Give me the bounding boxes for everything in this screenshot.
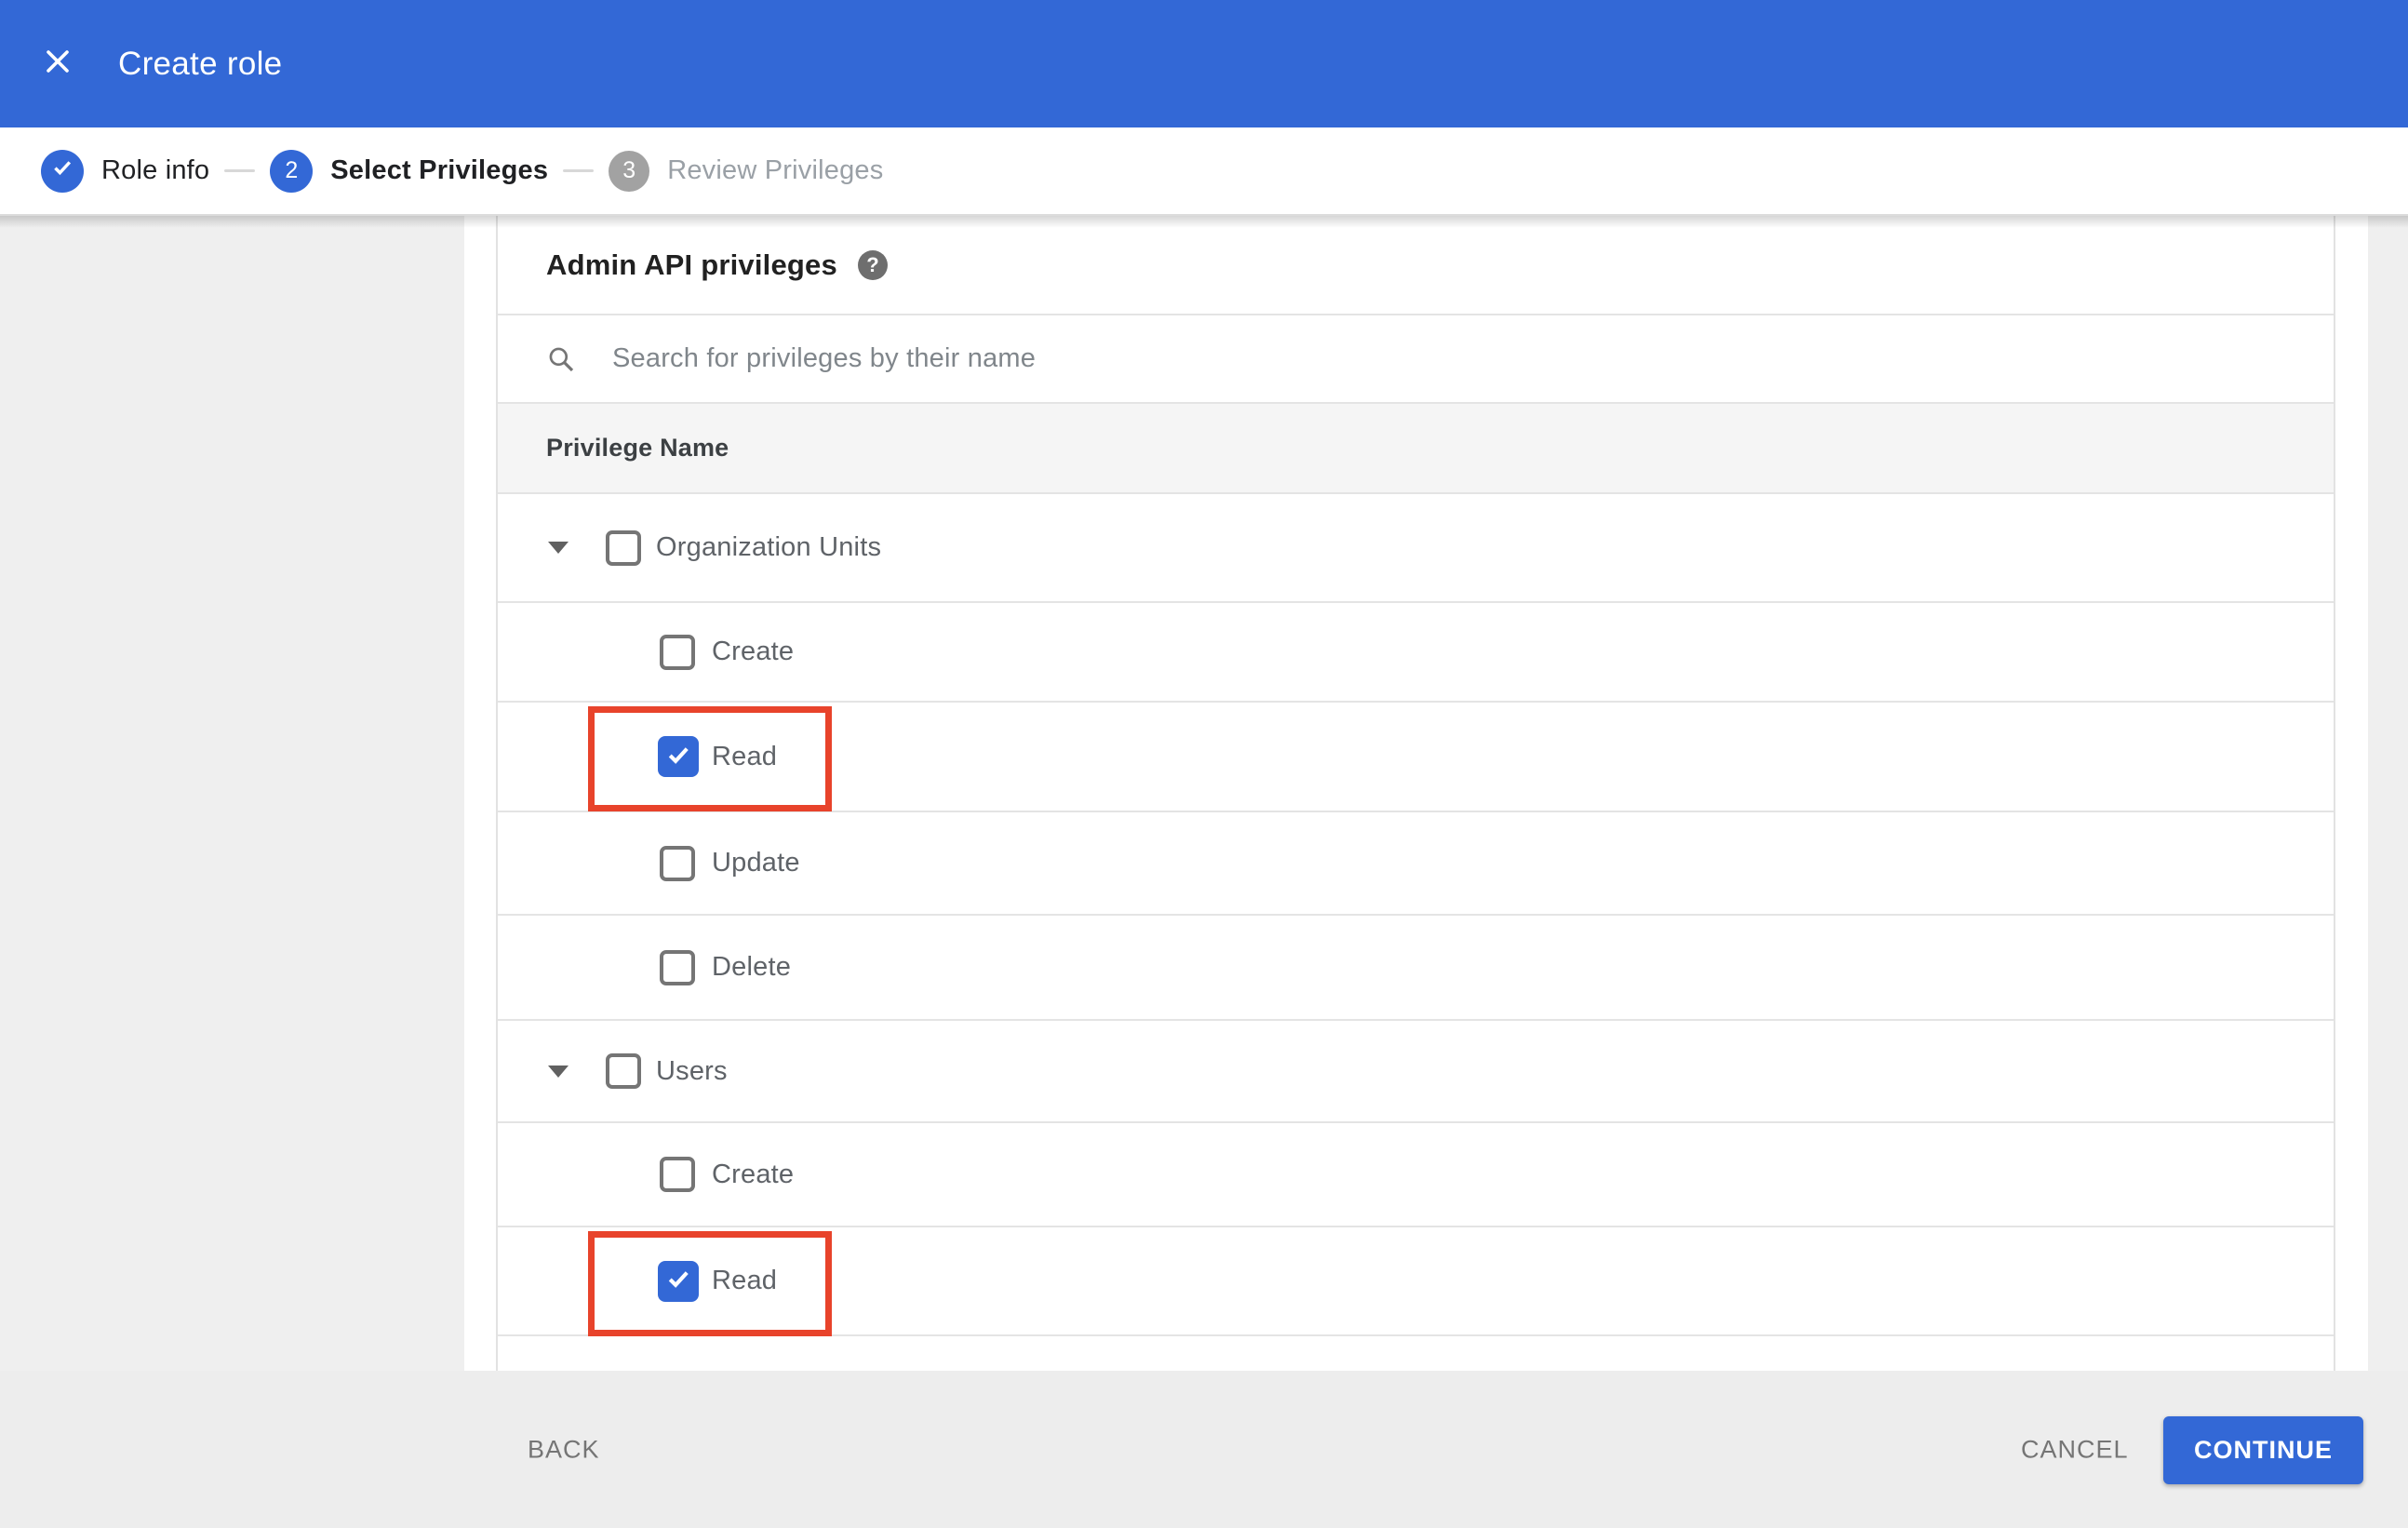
step-number-circle: 3 — [609, 150, 650, 192]
step-number-circle: 2 — [270, 149, 314, 193]
privileges-panel: Admin API privileges ? Privilege Name — [464, 216, 2368, 1371]
privilege-row-create: Create — [498, 601, 2334, 701]
step-select-privileges[interactable]: 2 Select Privileges — [270, 149, 549, 193]
step-label: Role info — [101, 155, 210, 185]
checkbox-read-checked[interactable] — [658, 736, 699, 777]
check-icon — [664, 1265, 692, 1297]
step-role-info[interactable]: Role info — [41, 149, 210, 193]
footer-bar: BACK CANCEL CONTINUE — [0, 1371, 2408, 1528]
step-complete-circle — [41, 149, 84, 193]
close-icon — [41, 45, 74, 83]
privilege-row-create-users: Create — [498, 1121, 2334, 1226]
annotation-highlight-box — [588, 706, 832, 811]
checkbox-create[interactable] — [660, 634, 695, 670]
create-role-dialog: Create role Role info 2 Select Privilege… — [0, 0, 2408, 1528]
cancel-button[interactable]: CANCEL — [2015, 1434, 2134, 1465]
privilege-row-users: Users — [498, 1019, 2334, 1121]
section-heading-row: Admin API privileges ? — [498, 216, 2334, 314]
stepper: Role info 2 Select Privileges 3 Review P… — [0, 127, 2408, 216]
checkbox-create-users[interactable] — [660, 1157, 695, 1192]
checkbox-users[interactable] — [606, 1053, 641, 1089]
search-row — [498, 314, 2334, 402]
check-icon — [664, 741, 692, 773]
privilege-label: Users — [656, 1055, 728, 1086]
collapse-arrow-icon[interactable] — [548, 542, 569, 554]
continue-button[interactable]: CONTINUE — [2163, 1416, 2363, 1484]
step-label: Review Privileges — [667, 155, 884, 185]
checkbox-read-users-checked[interactable] — [658, 1260, 699, 1302]
close-button[interactable] — [41, 47, 74, 81]
check-icon — [50, 155, 74, 186]
privilege-label: Organization Units — [656, 532, 882, 562]
help-icon[interactable]: ? — [857, 249, 888, 280]
privilege-row-read-users: Read — [498, 1226, 2334, 1336]
step-label: Select Privileges — [330, 155, 549, 185]
checkbox-delete[interactable] — [660, 949, 695, 985]
privilege-row-partial — [498, 1334, 2334, 1371]
privilege-row-delete: Delete — [498, 914, 2334, 1019]
privileges-table: Admin API privileges ? Privilege Name — [496, 216, 2335, 1371]
collapse-arrow-icon[interactable] — [548, 1065, 569, 1078]
privilege-label: Update — [712, 848, 800, 878]
privilege-rows: Organization Units Create Read Update De… — [498, 492, 2334, 1371]
privilege-row-update: Update — [498, 811, 2334, 914]
step-review-privileges[interactable]: 3 Review Privileges — [609, 150, 884, 192]
table-header-row: Privilege Name — [498, 402, 2334, 492]
main-content: Admin API privileges ? Privilege Name — [0, 216, 2408, 1371]
back-button[interactable]: BACK — [522, 1434, 606, 1465]
stepper-connector — [224, 169, 256, 172]
dialog-title: Create role — [118, 45, 283, 82]
annotation-highlight-box — [588, 1231, 832, 1336]
privilege-row-read: Read — [498, 701, 2334, 811]
privilege-label: Read — [712, 741, 778, 771]
privilege-label: Create — [712, 1159, 795, 1189]
section-heading: Admin API privileges — [546, 248, 837, 281]
privilege-label: Create — [712, 637, 795, 666]
checkbox-organization-units[interactable] — [606, 529, 641, 566]
search-input[interactable] — [610, 342, 1913, 375]
privilege-name-column-header: Privilege Name — [546, 434, 729, 462]
privilege-label: Read — [712, 1266, 778, 1295]
privilege-row-organization-units: Organization Units — [498, 492, 2334, 601]
checkbox-update[interactable] — [660, 845, 695, 881]
privilege-label: Delete — [712, 952, 792, 982]
app-bar: Create role — [0, 0, 2408, 127]
search-icon — [546, 344, 576, 374]
stepper-connector — [563, 169, 595, 172]
